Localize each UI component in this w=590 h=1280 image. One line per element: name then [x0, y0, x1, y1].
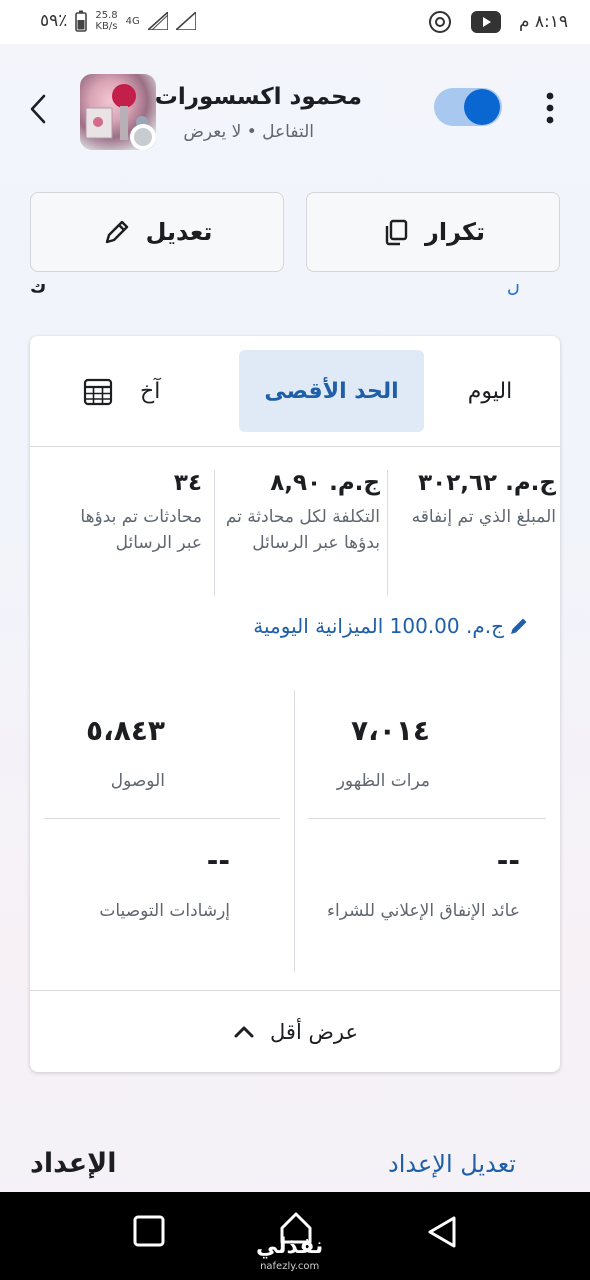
back-triangle-icon[interactable] [424, 1214, 460, 1250]
metric-value: ٧،٠١٤ [351, 714, 430, 747]
stat-value: ج.م. ٨,٩٠ [270, 470, 380, 496]
setup-title: الإعداد [30, 1148, 117, 1179]
show-less-button[interactable]: عرض أقل [30, 990, 560, 1072]
net-speed-value: 25.8 [95, 10, 118, 21]
metric-label: عائد الإنفاق الإعلاني للشراء [327, 901, 520, 921]
net-speed: 25.8 KB/s [95, 10, 117, 32]
stat-label: محادثات تم بدؤها عبر الرسائل [80, 507, 202, 553]
campaign-toggle[interactable] [434, 88, 502, 126]
divider [387, 470, 388, 596]
toggle-knob [464, 89, 500, 125]
metric-value: -- [496, 844, 520, 877]
stat-conversations-started: ٣٤ محادثات تم بدؤها عبر الرسائل [52, 470, 202, 556]
divider [294, 690, 295, 972]
battery-icon [75, 10, 88, 32]
divider [44, 818, 280, 819]
metric-value: -- [206, 844, 230, 877]
status-bar: ٥٩٪ 25.8 KB/s 4G ٨:١٩ م [0, 0, 590, 44]
campaign-status: التفاعل • لا يعرض [183, 122, 314, 142]
clipped-left-text: ك [30, 284, 47, 297]
duplicate-button[interactable]: تكرار [306, 192, 560, 272]
metric-reach: ٥،٨٤٣ الوصول [45, 714, 165, 795]
divider [308, 818, 546, 819]
signal-icon-2 [175, 12, 196, 30]
metric-label: مرات الظهور [336, 771, 430, 791]
edit-button-label: تعديل [145, 218, 213, 246]
status-left: ٥٩٪ 25.8 KB/s 4G [40, 10, 196, 32]
back-chevron-icon[interactable] [26, 92, 52, 126]
net-speed-unit: KB/s [95, 21, 118, 32]
metric-label: الوصول [110, 771, 165, 791]
daily-budget-link[interactable]: ج.م. 100.00 الميزانية اليومية [253, 614, 530, 638]
clipped-row: ك ل [30, 284, 560, 304]
metric-label: إرشادات التوصيات [99, 901, 230, 921]
stat-label: المبلغ الذي تم إنفاقه [411, 507, 556, 527]
tab-today[interactable]: اليوم [430, 350, 550, 432]
metric-recommendations: -- إرشادات التوصيات [30, 844, 230, 925]
campaign-name: محمود اكسسورات [154, 84, 362, 110]
openai-icon [428, 11, 451, 33]
clock-text: ٨:١٩ م [518, 12, 568, 32]
status-right: ٨:١٩ م [427, 9, 568, 35]
date-range-tabs: آخ الحد الأقصى اليوم [30, 336, 560, 447]
pencil-icon [105, 220, 128, 244]
watermark: نفذلي nafezly.com [256, 1234, 323, 1272]
watermark-logo-text: نفذلي [256, 1234, 324, 1259]
metric-purchase-roas: -- عائد الإنفاق الإعلاني للشراء [320, 844, 520, 925]
daily-budget-text: ج.م. 100.00 الميزانية اليومية [253, 614, 504, 638]
stat-value: ٣٤ [173, 470, 202, 496]
stat-value: ج.م. ٣٠٢,٦٢ [418, 470, 556, 496]
insights-card: آخ الحد الأقصى اليوم ج.م. ٣٠٢,٦٢ المبلغ … [30, 336, 560, 1072]
stat-cost-per-conversation: ج.م. ٨,٩٠ التكلفة لكل محادثة تم بدؤها عب… [224, 470, 380, 556]
tab-other[interactable]: آخ [140, 350, 200, 432]
calendar-icon[interactable] [82, 376, 114, 408]
campaign-header: محمود اكسسورات التفاعل • لا يعرض [0, 66, 590, 156]
clipped-right-text: ل [506, 284, 520, 297]
stat-label: التكلفة لكل محادثة تم بدؤها عبر الرسائل [225, 507, 380, 553]
show-less-label: عرض أقل [270, 1019, 358, 1044]
pencil-icon [511, 618, 527, 634]
avatar-status-dot [130, 124, 156, 150]
divider [214, 470, 215, 596]
recent-apps-icon[interactable] [132, 1214, 166, 1248]
battery-text: ٥٩٪ [40, 11, 68, 31]
metric-value: ٥،٨٤٣ [86, 714, 165, 747]
edit-button[interactable]: تعديل [30, 192, 284, 272]
chevron-up-icon [234, 1026, 254, 1037]
youtube-icon [470, 11, 501, 33]
duplicate-button-label: تكرار [425, 218, 485, 246]
more-options-icon[interactable] [538, 90, 562, 126]
signal-icon [147, 12, 168, 30]
tab-maximum[interactable]: الحد الأقصى [239, 350, 424, 432]
watermark-url: nafezly.com [260, 1261, 320, 1272]
stat-amount-spent: ج.م. ٣٠٢,٦٢ المبلغ الذي تم إنفاقه [398, 470, 556, 530]
copy-icon [385, 219, 408, 246]
network-type: 4G [125, 15, 140, 27]
edit-setup-link[interactable]: تعديل الإعداد [388, 1150, 516, 1178]
metric-impressions: ٧،٠١٤ مرات الظهور [310, 714, 430, 795]
